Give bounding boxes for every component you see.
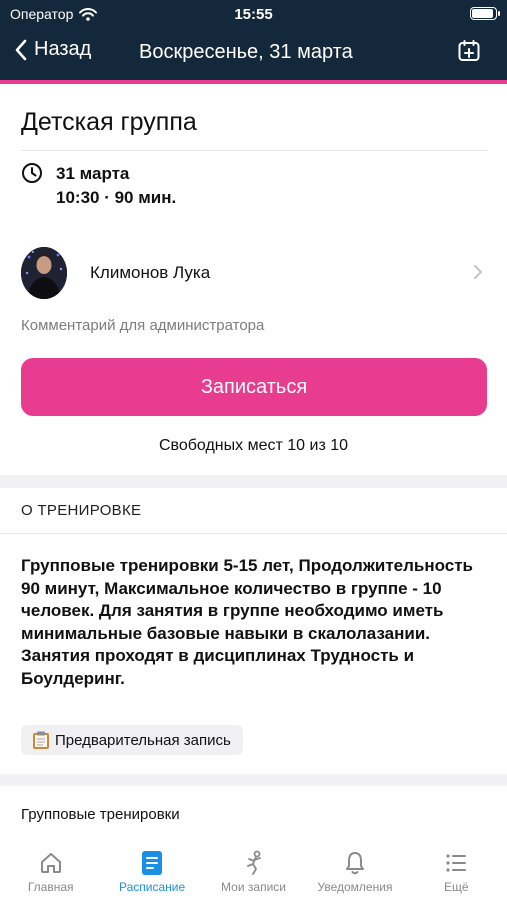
- about-card: О ТРЕНИРОВКЕ Групповые тренировки 5-15 л…: [0, 488, 507, 774]
- tab-bar: Главная Расписание Мои записи Уведомлени…: [0, 840, 507, 900]
- event-card: Детская группа 31 марта 10:30 · 90 мин.: [0, 84, 507, 475]
- battery-icon: [470, 7, 500, 20]
- battery-fill: [472, 9, 493, 18]
- trainer-row[interactable]: Климонов Лука: [21, 247, 487, 299]
- date-time-text: 31 марта 10:30 · 90 мин.: [56, 162, 176, 210]
- status-time: 15:55: [234, 6, 273, 23]
- tab-label: Главная: [27, 880, 74, 894]
- back-button[interactable]: Назад: [14, 38, 91, 61]
- tab-notifications[interactable]: Уведомления: [304, 840, 405, 900]
- back-label: Назад: [34, 38, 92, 60]
- clipboard-icon: [33, 731, 49, 749]
- pre-registration-tag: Предварительная запись: [21, 725, 243, 755]
- free-seats: Свободных мест 10 из 10: [158, 437, 349, 454]
- chevron-left-icon: [15, 39, 27, 60]
- nav-bar: Назад Воскресенье, 31 марта: [0, 34, 507, 70]
- tab-more[interactable]: Ещё: [406, 840, 507, 900]
- tab-label: Расписание: [119, 880, 186, 894]
- admin-comment-field[interactable]: Комментарий для администратора: [21, 317, 264, 334]
- event-date: 31 марта: [56, 164, 130, 183]
- tab-label: Ещё: [444, 880, 469, 894]
- calendar-add-icon: [458, 40, 480, 61]
- top-bar: Оператор 15:55 Назад Воскресенье, 31 мар…: [0, 0, 507, 80]
- status-bar: Оператор 15:55: [0, 0, 507, 28]
- class-title: Детская группа: [21, 108, 197, 136]
- home-icon: [40, 853, 61, 873]
- more-icon: [446, 854, 467, 872]
- page-title: Воскресенье, 31 марта: [139, 41, 353, 63]
- tab-label: Уведомления: [317, 880, 393, 894]
- divider: [0, 533, 507, 534]
- trainer-name: Климонов Лука: [90, 263, 211, 282]
- tab-schedule[interactable]: Расписание: [101, 840, 202, 900]
- trainer-avatar: [21, 247, 67, 299]
- chevron-right-icon: [474, 265, 482, 279]
- divider: [21, 150, 487, 151]
- group-section-title: Групповые тренировки: [21, 806, 180, 823]
- signup-button[interactable]: Записаться: [21, 358, 487, 416]
- tab-home[interactable]: Главная: [0, 840, 101, 900]
- clock-icon: [22, 163, 42, 183]
- date-time: 31 марта 10:30 · 90 мин.: [21, 162, 176, 210]
- bell-icon: [345, 852, 364, 875]
- tab-label: Мои записи: [221, 880, 286, 894]
- tag-label: Предварительная запись: [55, 731, 231, 749]
- about-section-title: О ТРЕНИРОВКЕ: [21, 502, 142, 519]
- about-description: Групповые тренировки 5-15 лет, Продолжит…: [21, 556, 474, 688]
- tab-my-bookings[interactable]: Мои записи: [203, 840, 304, 900]
- schedule-icon: [142, 851, 163, 875]
- climber-icon: [246, 850, 261, 875]
- add-to-calendar-button[interactable]: [457, 39, 481, 68]
- event-time: 10:30 · 90 мин.: [56, 188, 177, 207]
